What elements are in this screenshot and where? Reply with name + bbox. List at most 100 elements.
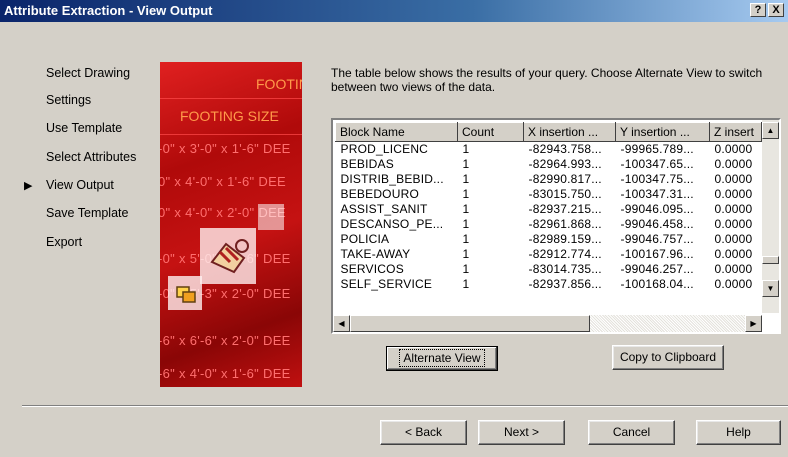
table-row[interactable]: SERVICOS 1 -83014.735... -99046.257... 0.000…: [336, 262, 762, 277]
table-row[interactable]: PROD_LICENC 1 -82943.758... -99965.789... 0.…: [336, 142, 762, 157]
cell-x: -82964.993...: [528, 157, 602, 171]
illustration-row: -6" x 4'-0" x 1'-6" DEE: [160, 366, 291, 381]
table-row[interactable]: BEBEDOURO 1 -83015.750... -100347.31... 0.00…: [336, 187, 762, 202]
cell-z: 0.0000: [714, 157, 753, 171]
cell-count: 1: [462, 142, 470, 157]
next-button[interactable]: Next >: [478, 420, 565, 445]
step-save-template: Save Template: [46, 206, 129, 220]
output-icon: [176, 286, 196, 303]
cell-x: -82989.159...: [528, 232, 602, 246]
cell-y: -99046.257...: [620, 262, 694, 276]
cell-count: 1: [462, 157, 470, 171]
column-header-y-insertion[interactable]: Y insertion ...: [615, 122, 710, 142]
cell-y: -99965.789...: [620, 142, 694, 157]
table-row[interactable]: BEBIDAS 1 -82964.993... -100347.65... 0.0000: [336, 157, 762, 172]
illustration-size-header: FOOTING SIZE: [180, 108, 279, 124]
cell-y: -100347.75...: [620, 172, 694, 186]
cell-block-name: POLICIA: [340, 232, 390, 246]
step-settings: Settings: [46, 93, 92, 107]
cell-y: -100168.04...: [620, 277, 694, 291]
cell-count: 1: [462, 202, 470, 216]
alternate-view-button[interactable]: Alternate View: [386, 346, 498, 371]
help-title-button[interactable]: ?: [750, 3, 766, 17]
cell-y: -99046.458...: [620, 217, 694, 231]
table-header-row: Block Name Count X insertion ... Y inser…: [335, 122, 762, 142]
current-step-arrow-icon: ▶: [24, 180, 33, 192]
back-button[interactable]: < Back: [380, 420, 467, 445]
cell-y: -100347.65...: [620, 157, 694, 171]
description-text: The table below shows the results of you…: [331, 66, 763, 94]
table-row[interactable]: POLICIA 1 -82989.159... -99046.757... 0.0000: [336, 232, 762, 247]
step-select-attributes: Select Attributes: [46, 150, 137, 164]
results-table[interactable]: Block Name Count X insertion ... Y inser…: [331, 118, 781, 334]
cell-x: -82912.774...: [528, 247, 602, 261]
cell-block-name: DISTRIB_BEBID...: [340, 172, 444, 186]
cell-z: 0.0000: [714, 262, 753, 276]
cell-x: -83015.750...: [528, 187, 602, 201]
illustration-row: 0" x 4'-0" x 1'-6" DEE: [160, 174, 287, 189]
cell-block-name: SERVICOS: [340, 262, 404, 276]
column-header-z-insertion[interactable]: Z insert: [709, 122, 762, 142]
attribute-block-icon: [210, 239, 249, 274]
cell-z: 0.0000: [714, 247, 753, 261]
cell-x: -82937.215...: [528, 202, 602, 216]
cell-count: 1: [462, 262, 470, 276]
separator: [22, 405, 788, 407]
cell-x: -82937.856...: [528, 277, 602, 291]
column-header-count[interactable]: Count: [457, 122, 524, 142]
cell-z: 0.0000: [714, 217, 753, 231]
scroll-right-arrow-icon[interactable]: ▶: [745, 315, 762, 332]
table-row[interactable]: SELF_SERVICE 1 -82937.856... -100168.04... 0…: [336, 277, 762, 292]
window-title: Attribute Extraction - View Output: [4, 3, 213, 18]
table-row[interactable]: ASSIST_SANIT 1 -82937.215... -99046.095... 0…: [336, 202, 762, 217]
cell-z: 0.0000: [714, 277, 753, 291]
cell-z: 0.0000: [714, 232, 753, 246]
wizard-illustration: FOOTING FOOTING SIZE -0" x 3'-0" x 1'-6"…: [160, 62, 302, 387]
column-header-x-insertion[interactable]: X insertion ...: [523, 122, 616, 142]
cancel-button[interactable]: Cancel: [588, 420, 675, 445]
horizontal-scrollbar[interactable]: ◀ ▶: [333, 315, 762, 332]
cell-x: -83014.735...: [528, 262, 602, 276]
horizontal-scroll-thumb[interactable]: [350, 315, 590, 332]
cell-block-name: BEBIDAS: [340, 157, 394, 171]
cell-block-name: ASSIST_SANIT: [340, 202, 428, 216]
cell-z: 0.0000: [714, 202, 753, 216]
column-header-block-name[interactable]: Block Name: [335, 122, 458, 142]
cell-z: 0.0000: [714, 142, 753, 157]
scroll-left-arrow-icon[interactable]: ◀: [333, 315, 350, 332]
cell-count: 1: [462, 277, 470, 291]
illustration-row: -0" x 3'-0" x 1'-6" DEE: [160, 141, 291, 156]
cell-block-name: DESCANSO_PE...: [340, 217, 444, 231]
copy-to-clipboard-button[interactable]: Copy to Clipboard: [612, 345, 724, 370]
title-bar: Attribute Extraction - View Output ? X: [0, 0, 788, 22]
cell-z: 0.0000: [714, 172, 753, 186]
cell-count: 1: [462, 247, 470, 261]
cell-x: -82990.817...: [528, 172, 602, 186]
vertical-scrollbar[interactable]: ▲ ▼: [762, 120, 779, 313]
cell-block-name: PROD_LICENC: [340, 142, 429, 157]
cell-z: 0.0000: [714, 187, 753, 201]
cell-y: -100347.31...: [620, 187, 694, 201]
step-use-template: Use Template: [46, 121, 123, 135]
cell-count: 1: [462, 232, 470, 246]
table-row[interactable]: TAKE-AWAY 1 -82912.774... -100167.96... 0.00…: [336, 247, 762, 262]
cell-x: -82961.868...: [528, 217, 602, 231]
table-row[interactable]: DISTRIB_BEBID... 1 -82990.817... -100347.75…: [336, 172, 762, 187]
cell-y: -100167.96...: [620, 247, 694, 261]
cell-count: 1: [462, 172, 470, 186]
alternate-view-label: Alternate View: [399, 349, 485, 367]
cell-y: -99046.095...: [620, 202, 694, 216]
scroll-down-arrow-icon[interactable]: ▼: [762, 280, 779, 297]
cell-y: -99046.757...: [620, 232, 694, 246]
scroll-up-arrow-icon[interactable]: ▲: [762, 122, 779, 139]
vertical-scroll-thumb[interactable]: [762, 256, 779, 264]
step-view-output: View Output: [46, 178, 114, 192]
cell-count: 1: [462, 187, 470, 201]
help-button[interactable]: Help: [696, 420, 781, 445]
cell-x: -82943.758...: [528, 142, 602, 157]
table-row[interactable]: DESCANSO_PE... 1 -82961.868... -99046.458..…: [336, 217, 762, 232]
cell-block-name: TAKE-AWAY: [340, 247, 411, 261]
step-export: Export: [46, 235, 83, 249]
close-button[interactable]: X: [768, 3, 784, 17]
illustration-row: -6" x 6'-6" x 2'-0" DEE: [160, 333, 291, 348]
